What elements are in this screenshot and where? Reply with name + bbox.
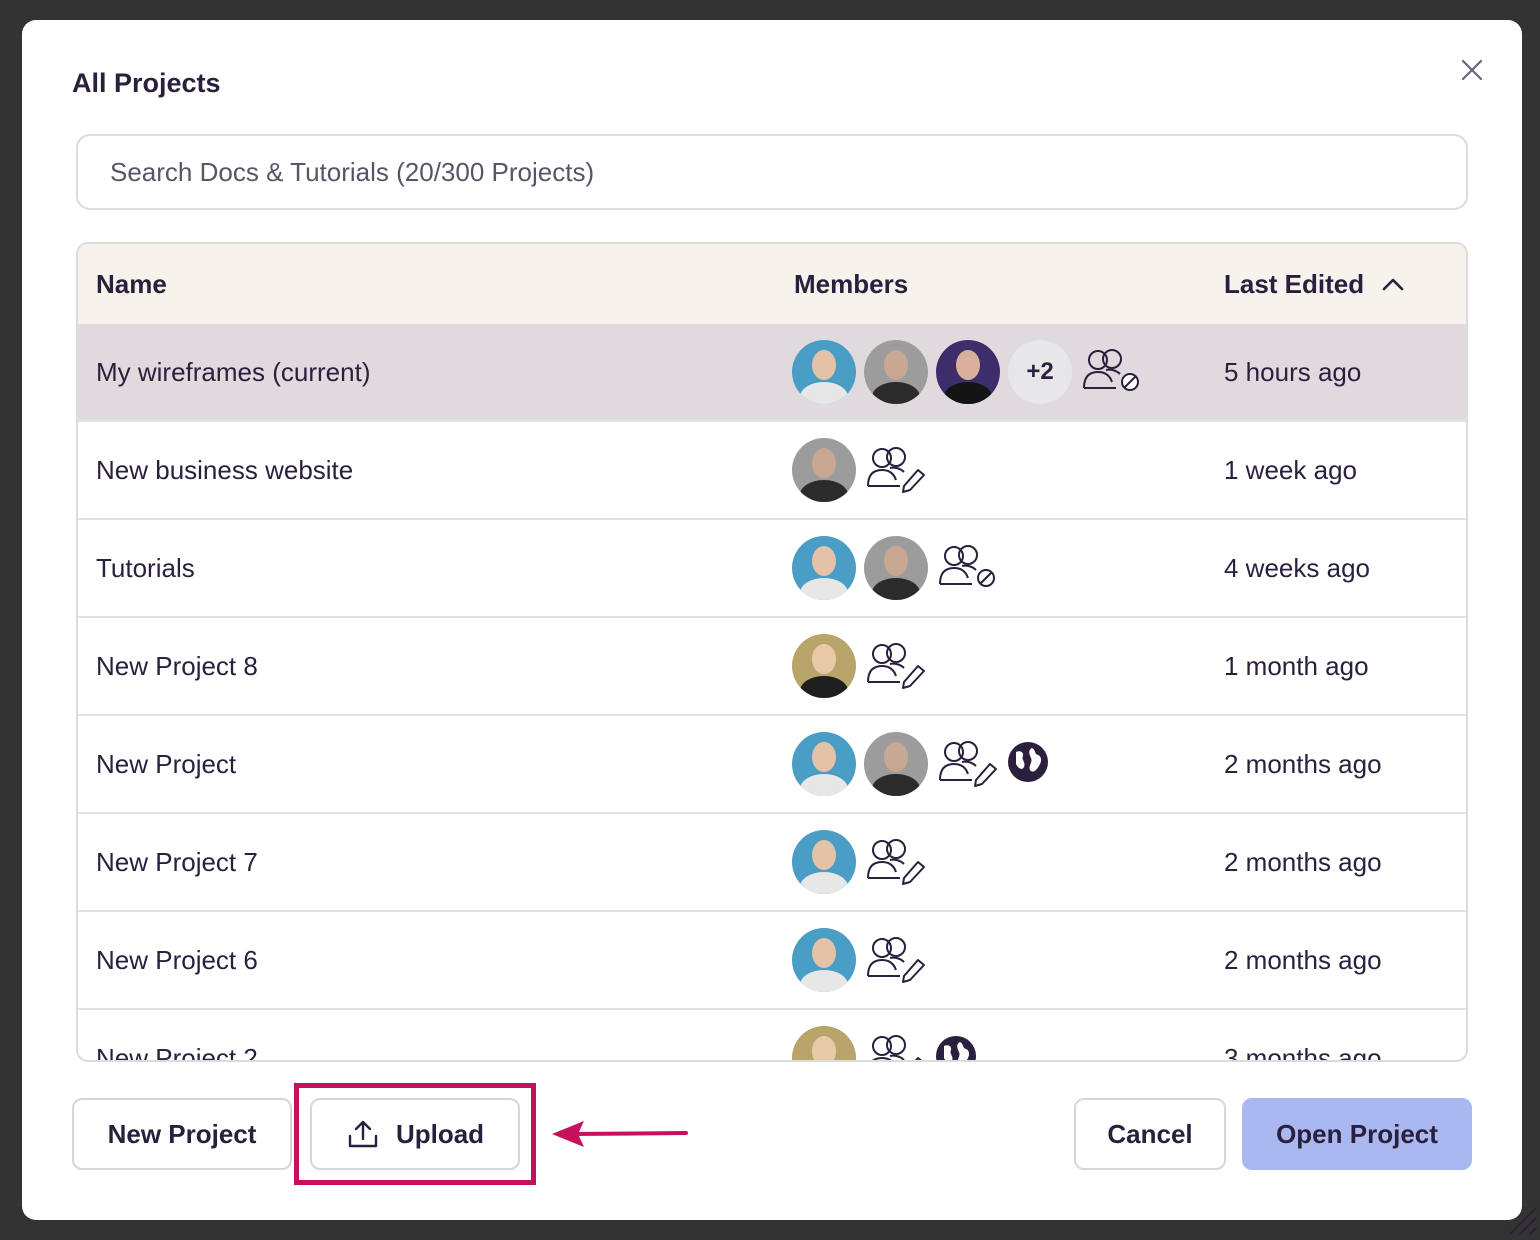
last-edited: 2 months ago (1224, 945, 1382, 975)
project-name: Tutorials (96, 553, 195, 583)
dialog-title: All Projects (72, 68, 221, 98)
avatar[interactable] (792, 732, 856, 796)
new-project-button[interactable]: New Project (72, 1098, 292, 1170)
avatar[interactable] (792, 1026, 856, 1060)
avatar[interactable] (792, 634, 856, 698)
members-cell (792, 634, 934, 698)
arrow-icon (548, 1116, 690, 1157)
project-name: New Project 6 (96, 945, 258, 975)
upload-button-label: Upload (395, 1118, 485, 1149)
last-edited: 1 week ago (1224, 455, 1357, 485)
last-edited: 2 months ago (1224, 847, 1382, 877)
avatar[interactable] (792, 928, 856, 992)
table-row[interactable]: New Project 2 3 months ago (78, 1010, 1466, 1062)
members-cell (792, 928, 934, 992)
globe-icon (1006, 740, 1050, 789)
resize-grip-icon[interactable] (1506, 1204, 1538, 1240)
last-edited: 5 hours ago (1224, 357, 1362, 387)
table-row[interactable]: My wireframes (current) +2 5 hours ago (78, 324, 1466, 422)
search-input[interactable] (76, 134, 1468, 210)
projects-table: Name Members Last Edited My wireframes (… (76, 242, 1468, 1062)
globe-icon (934, 1034, 978, 1060)
table-row[interactable]: New Project 8 1 month ago (78, 618, 1466, 716)
table-row[interactable]: New Project 2 months ago (78, 716, 1466, 814)
last-edited: 3 months ago (1224, 1043, 1382, 1062)
avatar[interactable] (792, 830, 856, 894)
members-cell: +2 (792, 340, 1150, 404)
avatar[interactable] (864, 536, 928, 600)
project-name: New Project 2 (96, 1043, 258, 1062)
users-edit-icon (864, 930, 928, 991)
chevron-up-icon (1381, 244, 1405, 323)
users-blocked-icon (1080, 342, 1144, 403)
open-project-button[interactable]: Open Project (1242, 1098, 1472, 1170)
project-name: New Project 8 (96, 651, 258, 681)
project-name: New Project (96, 749, 237, 779)
column-header-last-edited[interactable]: Last Edited (1224, 244, 1405, 324)
last-edited: 1 month ago (1224, 651, 1369, 681)
project-name: New Project 7 (96, 847, 258, 877)
table-row[interactable]: Tutorials 4 weeks ago (78, 520, 1466, 618)
upload-icon (348, 1120, 378, 1148)
last-edited: 4 weeks ago (1224, 553, 1370, 583)
members-cell (792, 1026, 984, 1060)
column-header-name[interactable]: Name (96, 244, 167, 324)
table-body: My wireframes (current) +2 5 hours ago New … (78, 324, 1466, 1062)
project-name: My wireframes (current) (96, 357, 371, 387)
table-row[interactable]: New Project 7 2 months ago (78, 814, 1466, 912)
members-cell (792, 732, 1056, 796)
users-edit-icon (936, 734, 1000, 795)
users-edit-icon (864, 832, 928, 893)
members-cell (792, 438, 934, 502)
last-edited: 2 months ago (1224, 749, 1382, 779)
avatar[interactable] (864, 732, 928, 796)
column-header-last-edited-label: Last Edited (1224, 269, 1365, 299)
close-icon[interactable] (1458, 56, 1486, 84)
users-edit-icon (864, 440, 928, 501)
avatar[interactable] (792, 340, 856, 404)
all-projects-dialog: All Projects Name Members Last Edited My… (22, 20, 1537, 1235)
cancel-button[interactable]: Cancel (1074, 1098, 1226, 1170)
avatar[interactable] (792, 536, 856, 600)
members-cell (792, 536, 1006, 600)
users-edit-icon (864, 636, 928, 697)
users-edit-icon (864, 1028, 928, 1060)
table-row[interactable]: New Project 6 2 months ago (78, 912, 1466, 1010)
column-header-members[interactable]: Members (794, 244, 908, 324)
members-cell (792, 830, 934, 894)
table-header: Name Members Last Edited (78, 244, 1466, 324)
table-row[interactable]: New business website 1 week ago (78, 422, 1466, 520)
avatar[interactable] (936, 340, 1000, 404)
project-name: New business website (96, 455, 354, 485)
avatar[interactable] (864, 340, 928, 404)
more-members-badge[interactable]: +2 (1008, 340, 1072, 404)
users-blocked-icon (936, 538, 1000, 599)
upload-button[interactable]: Upload (310, 1098, 520, 1170)
avatar[interactable] (792, 438, 856, 502)
